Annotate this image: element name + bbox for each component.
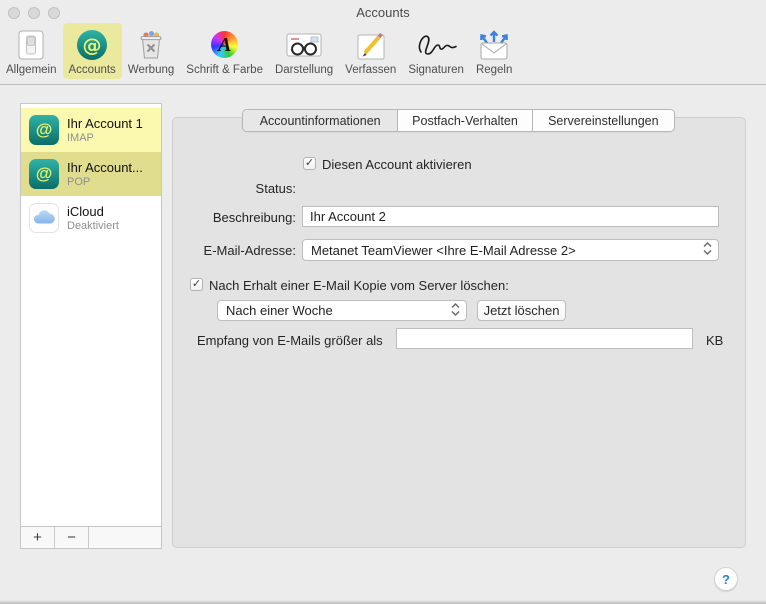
enable-account-checkbox[interactable]: ✓: [303, 157, 316, 170]
icloud-icon: [29, 203, 59, 233]
svg-text:@: @: [83, 34, 102, 56]
rules-envelope-icon: [476, 26, 512, 63]
account-title: iCloud: [67, 204, 119, 219]
account-row-ihr-account-2[interactable]: @ Ihr Account... POP: [21, 152, 161, 196]
viewing-glasses-icon: [284, 26, 324, 63]
at-account-icon: @: [29, 115, 59, 145]
email-address-value: Metanet TeamViewer <Ihre E-Mail Adresse …: [311, 243, 576, 258]
checkmark-icon: ✓: [192, 279, 201, 290]
tab-accountinformationen[interactable]: Accountinformationen: [243, 110, 397, 131]
size-limit-label: Empfang von E-Mails größer als: [197, 333, 383, 348]
preferences-window: Accounts Allgemein @ Accounts Werbung A: [0, 0, 766, 604]
toolbar-label: Verfassen: [345, 64, 396, 76]
window-shadow: [0, 600, 766, 604]
toolbar-item-regeln[interactable]: Regeln: [470, 23, 518, 79]
toolbar-label: Accounts: [69, 64, 116, 76]
at-account-icon: @: [29, 159, 59, 189]
add-account-button[interactable]: +: [21, 527, 55, 548]
up-down-chevrons-icon: [702, 242, 713, 259]
account-list-footer: + −: [21, 526, 161, 548]
toolbar-item-accounts[interactable]: @ Accounts: [63, 23, 122, 79]
delete-now-button[interactable]: Jetzt löschen: [477, 300, 566, 321]
toolbar-label: Allgemein: [6, 64, 57, 76]
status-label: Status:: [160, 181, 296, 196]
email-address-popup[interactable]: Metanet TeamViewer <Ihre E-Mail Adresse …: [302, 239, 719, 261]
account-subtitle: POP: [67, 176, 143, 188]
tab-servereinstellungen[interactable]: Servereinstellungen: [532, 110, 674, 131]
account-subtitle: IMAP: [67, 132, 143, 144]
delete-interval-value: Nach einer Woche: [226, 303, 333, 318]
delete-interval-popup[interactable]: Nach einer Woche: [217, 300, 467, 321]
junk-trash-icon: [134, 26, 168, 63]
toolbar-item-werbung[interactable]: Werbung: [122, 23, 180, 79]
account-row-ihr-account-1[interactable]: @ Ihr Account 1 IMAP: [21, 108, 161, 152]
toolbar-label: Schrift & Farbe: [186, 64, 263, 76]
account-subtitle: Deaktiviert: [67, 220, 119, 232]
account-row-icloud[interactable]: iCloud Deaktiviert: [21, 196, 161, 240]
toolbar-item-schrift-farbe[interactable]: A Schrift & Farbe: [180, 23, 269, 79]
size-limit-unit: KB: [706, 333, 723, 348]
tab-postfach-verhalten[interactable]: Postfach-Verhalten: [397, 110, 531, 131]
enable-account-label: Diesen Account aktivieren: [322, 157, 472, 172]
toolbar-item-allgemein[interactable]: Allgemein: [0, 23, 63, 79]
font-color-icon: A: [211, 26, 238, 63]
signature-icon: [413, 26, 459, 63]
delete-copy-label: Nach Erhalt einer E-Mail Kopie vom Serve…: [209, 278, 509, 293]
account-title: Ihr Account 1: [67, 116, 143, 131]
toolbar-label: Regeln: [476, 64, 512, 76]
preferences-toolbar: Allgemein @ Accounts Werbung A Schrift &…: [0, 22, 766, 85]
delete-copy-checkbox[interactable]: ✓: [190, 278, 203, 291]
toolbar-item-signaturen[interactable]: Signaturen: [402, 23, 470, 79]
email-address-label: E-Mail-Adresse:: [160, 243, 296, 258]
size-limit-input[interactable]: [396, 328, 693, 349]
toolbar-label: Darstellung: [275, 64, 333, 76]
compose-pencil-icon: [354, 26, 388, 63]
help-button[interactable]: ?: [714, 567, 738, 591]
title-bar: Accounts: [0, 0, 766, 22]
accounts-sidebar: @ Ihr Account 1 IMAP @ Ihr Account... PO…: [20, 103, 162, 549]
toolbar-label: Signaturen: [408, 64, 464, 76]
account-tabs: Accountinformationen Postfach-Verhalten …: [242, 109, 675, 132]
accounts-at-icon: @: [75, 26, 109, 63]
checkmark-icon: ✓: [305, 158, 314, 169]
toolbar-item-darstellung[interactable]: Darstellung: [269, 23, 339, 79]
window-title: Accounts: [0, 5, 766, 20]
remove-account-button[interactable]: −: [55, 527, 89, 548]
account-list: @ Ihr Account 1 IMAP @ Ihr Account... PO…: [21, 104, 161, 526]
toolbar-item-verfassen[interactable]: Verfassen: [339, 23, 402, 79]
account-title: Ihr Account...: [67, 160, 143, 175]
description-label: Beschreibung:: [160, 210, 296, 225]
footer-spacer: [89, 527, 161, 548]
up-down-chevrons-icon: [450, 302, 461, 319]
description-input[interactable]: [302, 206, 719, 227]
general-switch-icon: [14, 26, 48, 63]
toolbar-label: Werbung: [128, 64, 174, 76]
